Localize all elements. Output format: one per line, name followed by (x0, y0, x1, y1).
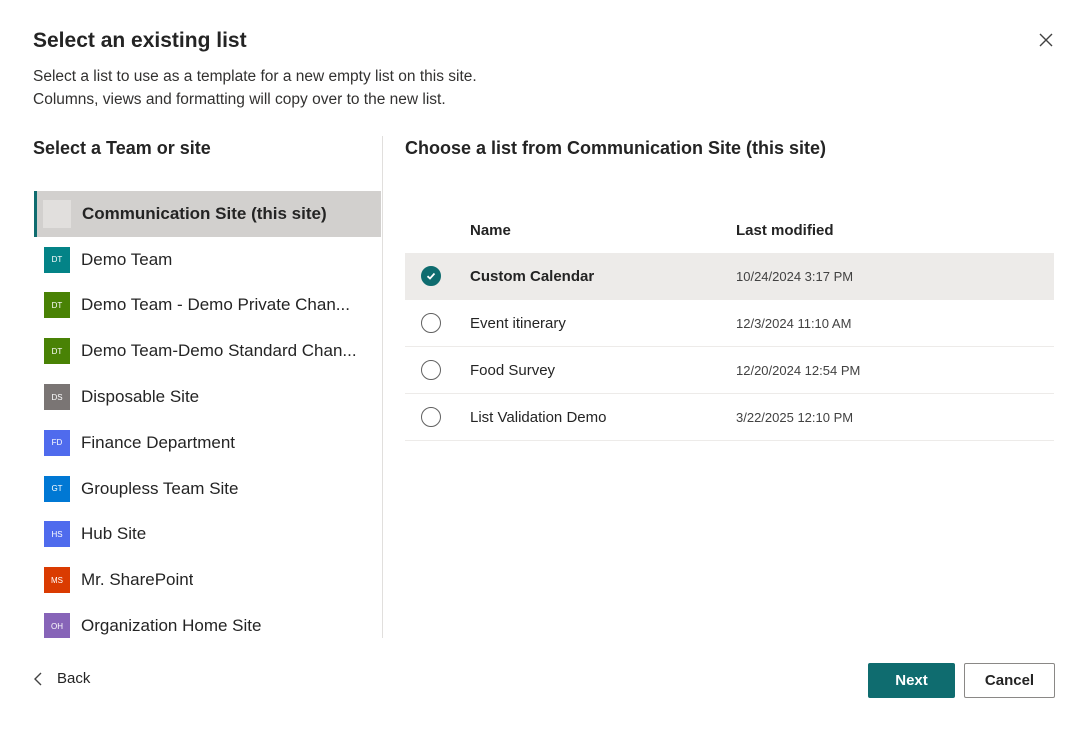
site-item[interactable]: OH Organization Home Site (34, 603, 381, 638)
pane-divider (382, 136, 383, 638)
site-list[interactable]: Communication Site (this site) DT Demo Tea… (34, 191, 381, 638)
radio-icon[interactable] (421, 360, 441, 380)
last-modified-cell: 12/20/2024 12:54 PM (736, 362, 861, 378)
site-avatar-icon: DT (44, 246, 70, 273)
site-avatar-icon: FD (44, 429, 70, 456)
site-avatar-icon: DT (44, 292, 70, 319)
radio-checked-icon[interactable] (421, 266, 441, 286)
site-avatar-icon: DT (44, 338, 70, 365)
radio-icon[interactable] (421, 313, 441, 333)
column-header-modified[interactable]: Last modified (736, 222, 834, 239)
site-item-label: Disposable Site (81, 387, 200, 407)
dialog-description: Select a list to use as a template for a… (33, 65, 477, 111)
description-line-2: Columns, views and formatting will copy … (33, 91, 446, 108)
site-item-label: Communication Site (this site) (82, 203, 327, 223)
site-item[interactable]: MS Mr. SharePoint (34, 557, 381, 603)
table-row[interactable]: List Validation Demo 3/22/2025 12:10 PM (405, 394, 1054, 441)
site-item[interactable]: HS Hub Site (34, 512, 381, 558)
site-item-label: Demo Team (81, 249, 173, 269)
last-modified-cell: 3/22/2025 12:10 PM (736, 409, 854, 425)
table-row[interactable]: Event itinerary 12/3/2024 11:10 AM (405, 300, 1054, 347)
last-modified-cell: 10/24/2024 3:17 PM (736, 268, 854, 284)
back-label: Back (57, 670, 91, 687)
table-row[interactable]: Custom Calendar 10/24/2024 3:17 PM (405, 253, 1054, 300)
description-line-1: Select a list to use as a template for a… (33, 68, 477, 85)
site-item[interactable]: DT Demo Team (34, 237, 381, 283)
site-avatar-icon (43, 199, 71, 228)
site-item-label: Demo Team - Demo Private Chan... (81, 295, 350, 315)
list-name-cell: Food Survey (470, 361, 556, 379)
table-body: Custom Calendar 10/24/2024 3:17 PM Event i… (405, 253, 1054, 441)
site-item[interactable]: DS Disposable Site (34, 374, 381, 420)
site-item-label: Hub Site (81, 524, 147, 544)
site-item-label: Groupless Team Site (81, 478, 239, 498)
site-pane-heading: Select a Team or site (33, 138, 211, 158)
back-button[interactable]: Back (33, 670, 90, 687)
site-item[interactable]: DT Demo Team - Demo Private Chan... (34, 283, 381, 329)
site-avatar-icon: OH (44, 613, 70, 638)
list-name-cell: Custom Calendar (470, 267, 595, 285)
site-item-label: Organization Home Site (81, 616, 262, 636)
site-avatar-icon: MS (44, 567, 70, 594)
cancel-button[interactable]: Cancel (964, 663, 1055, 698)
table-row[interactable]: Food Survey 12/20/2024 12:54 PM (405, 347, 1054, 394)
close-button[interactable] (1034, 28, 1058, 52)
list-name-cell: List Validation Demo (470, 408, 607, 426)
site-item-label: Finance Department (81, 432, 236, 452)
site-item[interactable]: Communication Site (this site) (34, 191, 381, 237)
list-name-cell: Event itinerary (470, 314, 566, 332)
site-avatar-icon: DS (44, 384, 70, 411)
last-modified-cell: 12/3/2024 11:10 AM (736, 315, 852, 331)
dialog-title: Select an existing list (33, 29, 247, 52)
chevron-left-icon (34, 672, 42, 685)
close-icon (1039, 33, 1053, 47)
site-item-label: Mr. SharePoint (81, 570, 194, 590)
site-avatar-icon: GT (44, 475, 70, 502)
site-item[interactable]: DT Demo Team-Demo Standard Chan... (34, 328, 381, 374)
radio-icon[interactable] (421, 407, 441, 427)
column-header-name[interactable]: Name (470, 222, 736, 239)
list-table: Name Last modified Custom Calendar 10/24/… (405, 208, 1054, 441)
site-item-label: Demo Team-Demo Standard Chan... (81, 341, 357, 361)
list-pane-heading: Choose a list from Communication Site (t… (405, 138, 827, 158)
site-item[interactable]: FD Finance Department (34, 420, 381, 466)
next-button[interactable]: Next (868, 663, 955, 698)
site-avatar-icon: HS (44, 521, 70, 548)
table-header: Name Last modified (405, 208, 1054, 253)
site-item[interactable]: GT Groupless Team Site (34, 466, 381, 512)
